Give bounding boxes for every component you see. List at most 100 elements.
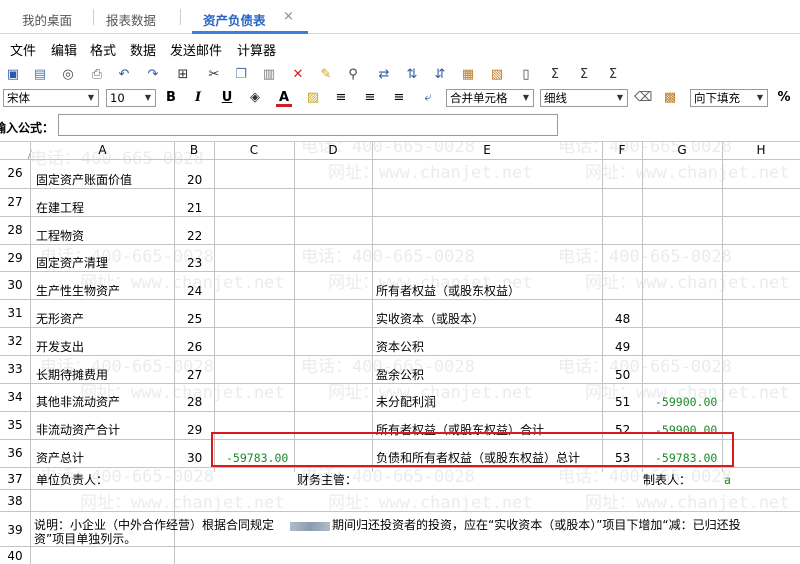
row-header[interactable]: 38 (0, 491, 30, 511)
bold-button[interactable]: B (163, 90, 179, 106)
save-icon[interactable]: ▣ (5, 67, 21, 83)
fill-color-icon[interactable]: ◈ (247, 90, 263, 106)
align-right-icon[interactable]: ≡ (391, 90, 407, 106)
delete-icon[interactable]: ✕ (290, 67, 306, 83)
cell-b34[interactable]: 28 (187, 394, 202, 410)
find-icon[interactable]: ⚲ (345, 67, 361, 83)
menu-data[interactable]: 数据 (130, 40, 156, 59)
row-header[interactable]: 27 (0, 192, 30, 212)
cell-g34[interactable]: -59900.00 (655, 394, 717, 410)
row-header[interactable]: 30 (0, 275, 30, 295)
fill-down-select[interactable]: 向下填充 ▼ (690, 89, 768, 107)
align-center-icon[interactable]: ≡ (362, 90, 378, 106)
cell-a36[interactable]: 资产总计 (36, 450, 84, 466)
cell-a35[interactable]: 非流动资产合计 (36, 422, 120, 438)
cell-b32[interactable]: 26 (187, 339, 202, 355)
percent-button[interactable]: % (776, 90, 792, 106)
column-header-f[interactable]: F (602, 142, 642, 159)
print-icon[interactable]: ⎙ (89, 67, 105, 83)
cell-b35[interactable]: 29 (187, 422, 202, 438)
italic-button[interactable]: I (190, 90, 206, 106)
cell-a28[interactable]: 工程物资 (36, 228, 84, 244)
insert-column-icon[interactable]: ▧ (489, 67, 505, 83)
sum-icon[interactable]: Σ (576, 67, 592, 83)
cell-a33[interactable]: 长期待摊费用 (36, 367, 108, 383)
grid-icon[interactable]: ⊞ (175, 67, 191, 83)
formula-input[interactable] (58, 114, 558, 136)
row-header[interactable]: 32 (0, 331, 30, 351)
tab-balance-sheet[interactable]: 资产负债表 (203, 10, 266, 29)
cell-e30[interactable]: 所有者权益（或股东权益） (376, 283, 520, 299)
insert-row-icon[interactable]: ▦ (460, 67, 476, 83)
close-tab-icon[interactable]: × (283, 9, 294, 24)
cell-a30[interactable]: 生产性生物资产 (36, 283, 120, 299)
cut-icon[interactable]: ✂ (206, 67, 222, 83)
menu-calculator[interactable]: 计算器 (237, 40, 276, 59)
sort-descending-icon[interactable]: ⇵ (432, 67, 448, 83)
merge-select[interactable]: 合并单元格 ▼ (446, 89, 534, 107)
cell-e32[interactable]: 资本公积 (376, 339, 424, 355)
cell-h37[interactable]: a (724, 472, 731, 488)
cell-b36[interactable]: 30 (187, 450, 202, 466)
column-header-h[interactable]: H (722, 142, 800, 159)
row-header[interactable]: 28 (0, 220, 30, 240)
cell-a37[interactable]: 单位负责人： (36, 472, 108, 488)
sum-row-icon[interactable]: Σ (547, 67, 563, 83)
cell-e34[interactable]: 未分配利润 (376, 394, 436, 410)
menu-format[interactable]: 格式 (90, 40, 116, 59)
row-header[interactable]: 26 (0, 163, 30, 183)
tab-desktop[interactable]: 我的桌面 (22, 10, 72, 29)
copy-icon[interactable]: ❐ (233, 67, 249, 83)
cell-f34[interactable]: 51 (615, 394, 630, 410)
cell-a32[interactable]: 开发支出 (36, 339, 84, 355)
cell-a29[interactable]: 固定资产清理 (36, 255, 108, 271)
insert-image-icon[interactable]: ▩ (662, 90, 678, 106)
row-header[interactable]: 31 (0, 303, 30, 323)
sort-ascending-icon[interactable]: ⇅ (404, 67, 420, 83)
paste-icon[interactable]: ▥ (261, 67, 277, 83)
document-icon[interactable]: ▯ (518, 67, 534, 83)
cell-e31[interactable]: 实收资本（或股本） (376, 311, 484, 327)
cell-b27[interactable]: 21 (187, 200, 202, 216)
column-header-g[interactable]: G (642, 142, 722, 159)
cell-g37[interactable]: 制表人： (643, 472, 691, 488)
redo-icon[interactable]: ↷ (145, 67, 161, 83)
sum-column-icon[interactable]: Σ (605, 67, 621, 83)
cell-d37[interactable]: 财务主管： (297, 472, 357, 488)
underline-button[interactable]: U (219, 90, 235, 106)
tab-report-data[interactable]: 报表数据 (106, 10, 156, 29)
font-size-select[interactable]: 10 ▼ (106, 89, 156, 107)
cell-b29[interactable]: 23 (187, 255, 202, 271)
cell-b33[interactable]: 27 (187, 367, 202, 383)
row-header[interactable]: 36 (0, 443, 30, 463)
cell-a39-note[interactable]: 说明：小企业（中外合作经营）根据合同规定 期间归还投资者的投资，应在“实收资本（… (34, 517, 800, 547)
row-header[interactable]: 39 (0, 520, 30, 540)
menu-edit[interactable]: 编辑 (51, 40, 77, 59)
save-as-icon[interactable]: ▤ (32, 67, 48, 83)
cell-f31[interactable]: 48 (615, 311, 630, 327)
column-header-e[interactable]: E (372, 142, 602, 159)
cell-b26[interactable]: 20 (187, 172, 202, 188)
row-header[interactable]: 40 (0, 546, 30, 564)
cell-a27[interactable]: 在建工程 (36, 200, 84, 216)
align-left-icon[interactable]: ≡ (333, 90, 349, 106)
cell-b28[interactable]: 22 (187, 228, 202, 244)
row-header[interactable]: 37 (0, 469, 30, 489)
replace-icon[interactable]: ⇄ (376, 67, 392, 83)
column-header-d[interactable]: D (294, 142, 372, 159)
row-header[interactable]: 34 (0, 387, 30, 407)
eraser-icon[interactable]: ⌫ (634, 90, 652, 106)
row-header[interactable]: 33 (0, 359, 30, 379)
cell-a26[interactable]: 固定资产账面价值 (36, 172, 132, 188)
cell-b31[interactable]: 25 (187, 311, 202, 327)
undo-icon[interactable]: ↶ (116, 67, 132, 83)
cell-a34[interactable]: 其他非流动资产 (36, 394, 120, 410)
print-preview-icon[interactable]: ◎ (60, 67, 76, 83)
menu-send-email[interactable]: 发送邮件 (170, 40, 222, 59)
cell-a31[interactable]: 无形资产 (36, 311, 84, 327)
menu-file[interactable]: 文件 (10, 40, 36, 59)
cell-f32[interactable]: 49 (615, 339, 630, 355)
border-line-select[interactable]: 细线 ▼ (540, 89, 628, 107)
format-brush-icon[interactable]: ✎ (318, 67, 334, 83)
cell-e33[interactable]: 盈余公积 (376, 367, 424, 383)
